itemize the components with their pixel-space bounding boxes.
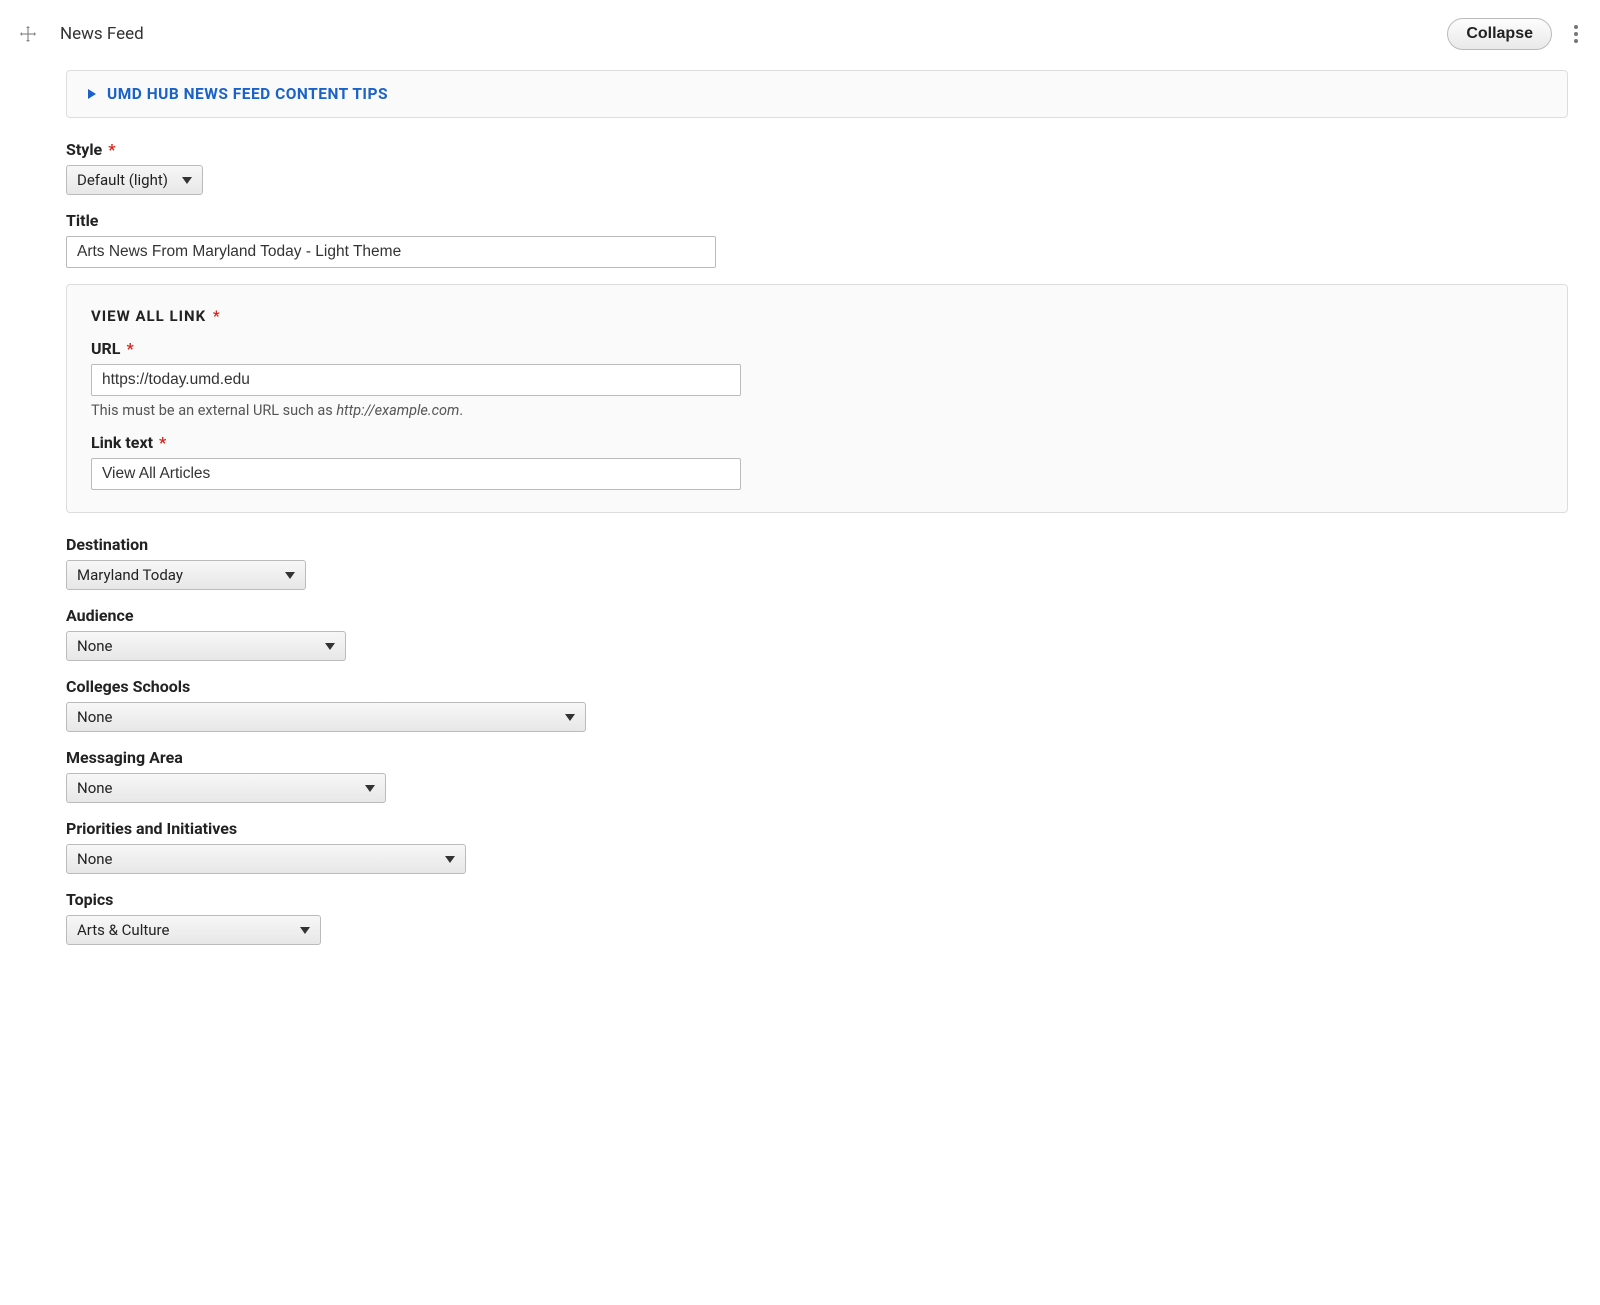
more-options-icon[interactable] [1570, 21, 1582, 47]
url-help-text: This must be an external URL such as htt… [91, 402, 1543, 419]
chevron-down-icon [325, 643, 335, 650]
view-all-link-fieldset: VIEW ALL LINK * URL * This must be an ex… [66, 284, 1568, 513]
content-tips-label: UMD HUB NEWS FEED CONTENT TIPS [107, 85, 388, 103]
title-input[interactable] [66, 236, 716, 268]
chevron-down-icon [285, 572, 295, 579]
title-label: Title [66, 211, 1568, 230]
chevron-down-icon [445, 856, 455, 863]
priorities-select[interactable]: None [66, 844, 466, 874]
style-select[interactable]: Default (light) [66, 165, 203, 195]
colleges-schools-label: Colleges Schools [66, 677, 1568, 696]
colleges-schools-select[interactable]: None [66, 702, 586, 732]
chevron-down-icon [565, 714, 575, 721]
chevron-down-icon [182, 177, 192, 184]
audience-select[interactable]: None [66, 631, 346, 661]
priorities-label: Priorities and Initiatives [66, 819, 1568, 838]
chevron-down-icon [300, 927, 310, 934]
drag-handle-icon[interactable] [18, 24, 38, 44]
destination-select[interactable]: Maryland Today [66, 560, 306, 590]
view-all-legend: VIEW ALL LINK * [91, 307, 1543, 325]
section-title: News Feed [60, 24, 1447, 44]
link-text-input[interactable] [91, 458, 741, 490]
topics-label: Topics [66, 890, 1568, 909]
url-label: URL * [91, 339, 1543, 358]
chevron-down-icon [365, 785, 375, 792]
messaging-area-label: Messaging Area [66, 748, 1568, 767]
url-input[interactable] [91, 364, 741, 396]
style-label: Style * [66, 140, 1568, 159]
collapse-button[interactable]: Collapse [1447, 18, 1552, 50]
content-tips-toggle[interactable]: UMD HUB NEWS FEED CONTENT TIPS [66, 70, 1568, 118]
link-text-label: Link text * [91, 433, 1543, 452]
audience-label: Audience [66, 606, 1568, 625]
destination-label: Destination [66, 535, 1568, 554]
messaging-area-select[interactable]: None [66, 773, 386, 803]
topics-select[interactable]: Arts & Culture [66, 915, 321, 945]
caret-right-icon [87, 88, 97, 100]
